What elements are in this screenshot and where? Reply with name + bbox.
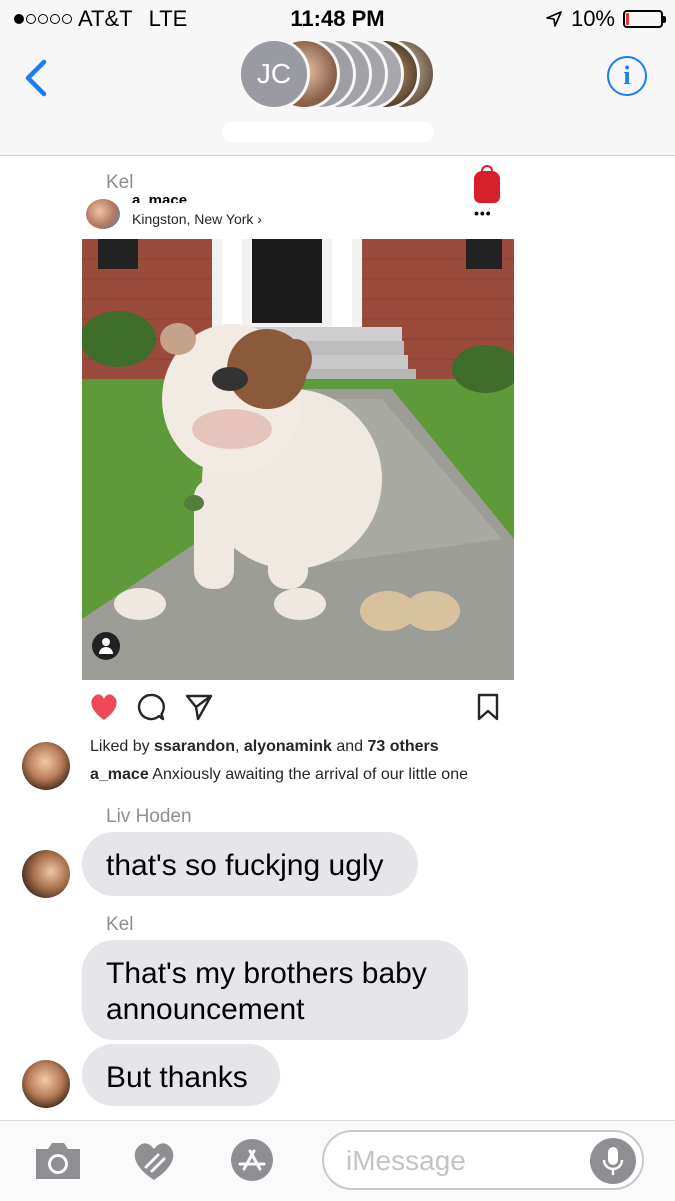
person-tag-icon[interactable]: [92, 632, 120, 660]
conversation-header: AT&T LTE 11:48 PM 10% JC i: [0, 0, 675, 156]
battery-icon: [623, 10, 666, 28]
share-icon[interactable]: [184, 692, 214, 722]
imessage-input[interactable]: [344, 1142, 588, 1180]
post-username: a_mace: [132, 193, 188, 203]
status-bar: AT&T LTE 11:48 PM 10%: [0, 0, 675, 36]
group-initials-avatar: JC: [238, 38, 310, 110]
message-bubble[interactable]: But thanks: [82, 1044, 280, 1106]
kel-avatar: [22, 742, 70, 790]
post-actions: [82, 692, 514, 728]
post-likes: Liked by ssarandon, alyonamink and 73 ot…: [90, 738, 439, 755]
liv-avatar: [22, 850, 70, 898]
message-bubble[interactable]: that's so fuckjng ugly: [82, 832, 418, 896]
sender-name: Liv Hoden: [106, 806, 192, 827]
group-avatars[interactable]: JC: [238, 38, 438, 110]
back-chevron-icon[interactable]: [22, 58, 52, 98]
post-header: a_mace Kingston, New York › •••: [82, 165, 514, 237]
liked-user[interactable]: alyonamink: [244, 738, 332, 755]
redacted-group-name: [222, 122, 434, 142]
caption-text: Anxiously awaiting the arrival of our li…: [148, 766, 468, 783]
bulldog-photo-illustration: [82, 239, 514, 680]
location-arrow-icon: [546, 11, 562, 27]
post-user-avatar: [86, 199, 120, 229]
digital-touch-heart-icon[interactable]: [128, 1137, 180, 1183]
sender-name: Kel: [106, 914, 134, 935]
post-location[interactable]: Kingston, New York ›: [132, 211, 262, 227]
battery-percent: 10%: [570, 6, 615, 31]
more-icon[interactable]: •••: [474, 205, 492, 221]
camera-icon[interactable]: [32, 1137, 84, 1183]
backpack-icon: [474, 165, 500, 203]
message-bubble[interactable]: That's my brothers baby announcement: [82, 940, 468, 1040]
status-right: 10%: [545, 6, 666, 32]
kel-avatar: [22, 1060, 70, 1108]
app-store-icon[interactable]: [226, 1137, 278, 1183]
shared-instagram-post[interactable]: a_mace Kingston, New York › •••: [82, 165, 514, 680]
bookmark-icon[interactable]: [476, 692, 500, 722]
liked-user[interactable]: ssarandon: [154, 738, 235, 755]
liked-others[interactable]: 73 others: [367, 738, 438, 755]
info-icon[interactable]: i: [607, 56, 647, 96]
sender-name: Kel: [106, 172, 134, 193]
comment-icon[interactable]: [136, 692, 166, 722]
microphone-glyph: [602, 1147, 624, 1175]
heart-icon[interactable]: [88, 692, 120, 722]
imessage-field[interactable]: [322, 1130, 644, 1190]
microphone-icon[interactable]: [590, 1138, 636, 1184]
post-photo: [82, 239, 514, 680]
post-caption: a_mace Anxiously awaiting the arrival of…: [90, 766, 468, 784]
caption-username[interactable]: a_mace: [90, 766, 149, 783]
